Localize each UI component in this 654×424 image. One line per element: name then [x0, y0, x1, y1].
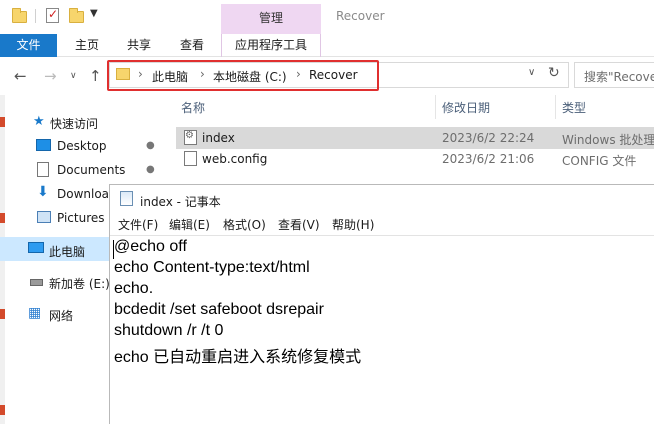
documents-icon	[37, 162, 49, 177]
ribbon-tabs: 文件 主页 共享 查看 应用程序工具	[0, 34, 654, 57]
sidebar-quick-access[interactable]: 快速访问	[50, 115, 98, 132]
back-arrow-icon[interactable]: ←	[14, 67, 27, 85]
strip-marker	[0, 309, 5, 319]
file-type: CONFIG 文件	[562, 154, 637, 168]
notepad-menu-bar: 文件(F) 编辑(E) 格式(O) 查看(V) 帮助(H)	[110, 214, 654, 234]
notepad-text-area[interactable]: @echo off echo Content-type:text/html ec…	[110, 235, 654, 424]
text-line: echo Content-type:text/html	[114, 259, 310, 276]
quick-access-dropdown-icon[interactable]: ▼	[90, 8, 98, 19]
column-date-modified[interactable]: 修改日期	[442, 99, 490, 116]
menu-file[interactable]: 文件(F)	[118, 216, 158, 233]
text-line: @echo off	[114, 238, 187, 255]
sidebar-item-documents[interactable]: Documents	[57, 163, 125, 177]
pictures-icon	[37, 211, 51, 223]
refresh-icon[interactable]: ↻	[548, 65, 560, 81]
menu-edit[interactable]: 编辑(E)	[169, 216, 210, 233]
desktop-icon	[36, 139, 51, 151]
column-type[interactable]: 类型	[562, 99, 586, 116]
file-name[interactable]: index	[202, 131, 235, 145]
properties-icon[interactable]	[46, 7, 59, 23]
notepad-icon	[120, 191, 133, 206]
menu-format[interactable]: 格式(O)	[223, 216, 266, 233]
recent-locations-chevron-icon[interactable]: ∨	[70, 71, 77, 81]
sidebar-item-desktop[interactable]: Desktop	[57, 139, 107, 153]
search-box[interactable]: 搜索"Recover"	[574, 62, 654, 88]
notepad-title-bar[interactable]: index - 记事本	[110, 185, 654, 213]
search-placeholder: 搜索"Recover"	[584, 70, 654, 84]
text-line: echo.	[114, 280, 154, 297]
new-folder-icon[interactable]	[69, 8, 84, 23]
tab-home[interactable]: 主页	[62, 34, 112, 57]
config-file-icon	[184, 151, 197, 166]
address-highlight-box	[107, 60, 379, 91]
file-date: 2023/6/2 21:06	[442, 152, 535, 166]
window-title: Recover	[336, 9, 385, 23]
sidebar-item-new-volume[interactable]: 新加卷 (E:)	[49, 275, 110, 292]
up-arrow-icon[interactable]: ↑	[89, 67, 102, 85]
column-divider[interactable]	[435, 95, 436, 119]
forward-arrow-icon[interactable]: →	[44, 67, 57, 85]
sidebar-item-pictures[interactable]: Pictures	[57, 211, 105, 225]
strip-marker	[0, 405, 5, 415]
batch-file-icon	[184, 130, 197, 145]
pin-icon[interactable]: ●	[146, 164, 155, 175]
manage-tab[interactable]: 管理	[221, 4, 321, 34]
star-icon: ★	[33, 114, 45, 129]
tab-app-tools[interactable]: 应用程序工具	[221, 34, 321, 57]
strip-marker	[0, 213, 5, 223]
title-bar: ▼ 管理 Recover	[0, 0, 654, 34]
file-date: 2023/6/2 22:24	[442, 131, 535, 145]
file-name[interactable]: web.config	[202, 152, 267, 166]
menu-help[interactable]: 帮助(H)	[332, 216, 374, 233]
tab-file[interactable]: 文件	[0, 34, 57, 57]
menu-view[interactable]: 查看(V)	[278, 216, 320, 233]
notepad-title: index - 记事本	[140, 195, 221, 209]
column-name[interactable]: 名称	[181, 99, 205, 116]
text-line: shutdown /r /t 0	[114, 322, 224, 339]
drive-icon	[30, 279, 43, 286]
download-arrow-icon: ⬇	[37, 184, 49, 200]
file-type: Windows 批处理文件	[562, 133, 654, 147]
sidebar-item-this-pc[interactable]: 此电脑	[49, 243, 85, 260]
notepad-window: index - 记事本 文件(F) 编辑(E) 格式(O) 查看(V) 帮助(H…	[109, 184, 654, 424]
pin-icon[interactable]: ●	[146, 140, 155, 151]
strip-marker	[0, 117, 5, 127]
sidebar-item-network[interactable]: 网络	[49, 307, 73, 324]
tab-view[interactable]: 查看	[166, 34, 218, 57]
column-divider[interactable]	[555, 95, 556, 119]
address-dropdown-icon[interactable]: ∨	[528, 67, 535, 78]
text-line: bcdedit /set safeboot dsrepair	[114, 301, 324, 318]
computer-icon	[28, 242, 44, 253]
network-icon: ▦	[28, 305, 42, 321]
tab-share[interactable]: 共享	[114, 34, 164, 57]
toolbar-divider	[35, 9, 36, 23]
folder-icon[interactable]	[12, 8, 27, 23]
text-line: echo 已自动重启进入系统修复模式	[114, 349, 362, 366]
